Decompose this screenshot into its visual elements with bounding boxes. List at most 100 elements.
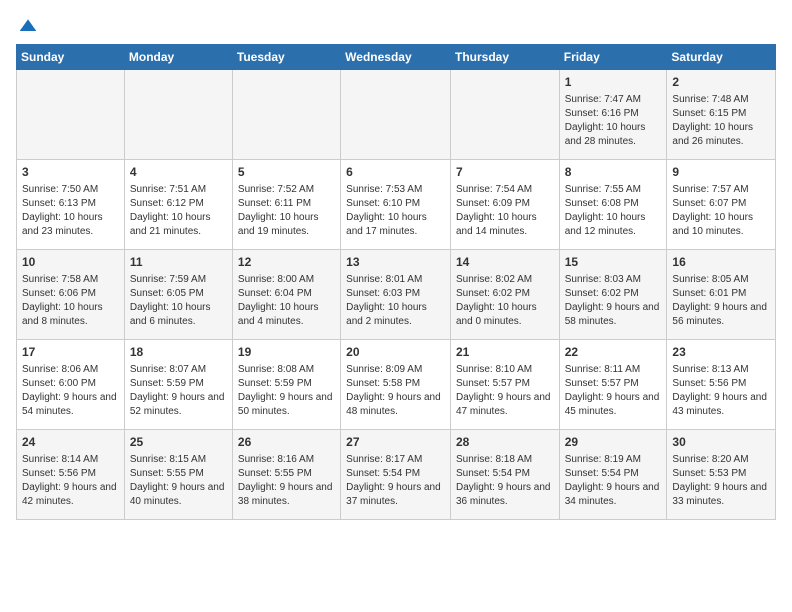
calendar-cell: 20Sunrise: 8:09 AMSunset: 5:58 PMDayligh…	[341, 340, 451, 430]
day-info: Sunset: 5:57 PM	[565, 377, 662, 391]
calendar-cell: 24Sunrise: 8:14 AMSunset: 5:56 PMDayligh…	[17, 430, 125, 520]
day-info: Daylight: 9 hours and 33 minutes.	[672, 481, 770, 509]
day-number: 24	[22, 434, 119, 451]
day-info: Sunrise: 8:11 AM	[565, 363, 662, 377]
day-info: Sunset: 5:59 PM	[130, 377, 227, 391]
day-info: Sunrise: 8:13 AM	[672, 363, 770, 377]
day-info: Sunrise: 8:03 AM	[565, 273, 662, 287]
day-info: Sunrise: 7:50 AM	[22, 183, 119, 197]
day-info: Daylight: 10 hours and 28 minutes.	[565, 121, 662, 149]
day-info: Daylight: 10 hours and 6 minutes.	[130, 301, 227, 329]
day-info: Daylight: 10 hours and 0 minutes.	[456, 301, 554, 329]
day-number: 2	[672, 74, 770, 91]
day-number: 8	[565, 164, 662, 181]
day-info: Sunrise: 7:59 AM	[130, 273, 227, 287]
day-info: Sunset: 6:07 PM	[672, 197, 770, 211]
calendar-cell: 27Sunrise: 8:17 AMSunset: 5:54 PMDayligh…	[341, 430, 451, 520]
day-info: Daylight: 9 hours and 48 minutes.	[346, 391, 445, 419]
day-number: 12	[238, 254, 335, 271]
day-info: Sunrise: 7:53 AM	[346, 183, 445, 197]
calendar-cell	[124, 70, 232, 160]
day-info: Daylight: 9 hours and 45 minutes.	[565, 391, 662, 419]
day-info: Daylight: 9 hours and 38 minutes.	[238, 481, 335, 509]
calendar-cell: 18Sunrise: 8:07 AMSunset: 5:59 PMDayligh…	[124, 340, 232, 430]
day-info: Sunset: 6:03 PM	[346, 287, 445, 301]
calendar-cell: 14Sunrise: 8:02 AMSunset: 6:02 PMDayligh…	[450, 250, 559, 340]
day-info: Sunrise: 8:19 AM	[565, 453, 662, 467]
day-number: 19	[238, 344, 335, 361]
day-info: Sunset: 5:59 PM	[238, 377, 335, 391]
day-info: Sunrise: 8:01 AM	[346, 273, 445, 287]
day-info: Sunrise: 8:15 AM	[130, 453, 227, 467]
day-info: Sunrise: 8:05 AM	[672, 273, 770, 287]
day-info: Sunset: 6:13 PM	[22, 197, 119, 211]
calendar-cell: 23 Sunrise: 8:13 AMSunset: 5:56 PMDayligh…	[667, 340, 776, 430]
day-number: 9	[672, 164, 770, 181]
day-number: 23	[672, 344, 770, 361]
calendar-cell: 12Sunrise: 8:00 AMSunset: 6:04 PMDayligh…	[232, 250, 340, 340]
day-info: Sunset: 6:01 PM	[672, 287, 770, 301]
day-info: Sunset: 6:02 PM	[456, 287, 554, 301]
day-info: Sunrise: 8:08 AM	[238, 363, 335, 377]
day-info: Sunset: 5:53 PM	[672, 467, 770, 481]
weekday-header-tuesday: Tuesday	[232, 45, 340, 70]
day-info: Sunset: 6:10 PM	[346, 197, 445, 211]
day-info: Sunset: 5:58 PM	[346, 377, 445, 391]
calendar-cell: 30Sunrise: 8:20 AMSunset: 5:53 PMDayligh…	[667, 430, 776, 520]
day-number: 3	[22, 164, 119, 181]
day-info: Daylight: 10 hours and 19 minutes.	[238, 211, 335, 239]
day-info: Daylight: 9 hours and 52 minutes.	[130, 391, 227, 419]
day-info: Daylight: 9 hours and 50 minutes.	[238, 391, 335, 419]
day-info: Daylight: 9 hours and 54 minutes.	[22, 391, 119, 419]
day-number: 7	[456, 164, 554, 181]
calendar-cell: 10Sunrise: 7:58 AMSunset: 6:06 PMDayligh…	[17, 250, 125, 340]
day-info: Sunset: 5:55 PM	[130, 467, 227, 481]
day-info: Daylight: 10 hours and 17 minutes.	[346, 211, 445, 239]
day-info: Sunset: 6:04 PM	[238, 287, 335, 301]
day-info: Sunset: 6:09 PM	[456, 197, 554, 211]
day-info: Sunset: 6:06 PM	[22, 287, 119, 301]
weekday-header-friday: Friday	[559, 45, 667, 70]
day-info: Sunrise: 8:18 AM	[456, 453, 554, 467]
day-info: Sunset: 5:56 PM	[672, 377, 770, 391]
day-info: Daylight: 10 hours and 8 minutes.	[22, 301, 119, 329]
day-info: Sunrise: 8:20 AM	[672, 453, 770, 467]
day-info: Sunset: 5:56 PM	[22, 467, 119, 481]
day-info: Daylight: 10 hours and 21 minutes.	[130, 211, 227, 239]
calendar-cell: 11Sunrise: 7:59 AMSunset: 6:05 PMDayligh…	[124, 250, 232, 340]
calendar-cell: 8Sunrise: 7:55 AMSunset: 6:08 PMDaylight…	[559, 160, 667, 250]
day-info: Sunrise: 7:47 AM	[565, 93, 662, 107]
day-info: Sunrise: 7:48 AM	[672, 93, 770, 107]
calendar-cell: 7 Sunrise: 7:54 AMSunset: 6:09 PMDaylight…	[450, 160, 559, 250]
day-info: Daylight: 10 hours and 4 minutes.	[238, 301, 335, 329]
calendar-cell: 16Sunrise: 8:05 AMSunset: 6:01 PMDayligh…	[667, 250, 776, 340]
day-info: Daylight: 9 hours and 43 minutes.	[672, 391, 770, 419]
day-number: 11	[130, 254, 227, 271]
day-info: Sunset: 5:54 PM	[456, 467, 554, 481]
day-info: Sunset: 6:11 PM	[238, 197, 335, 211]
day-info: Sunrise: 8:14 AM	[22, 453, 119, 467]
day-number: 28	[456, 434, 554, 451]
day-number: 27	[346, 434, 445, 451]
calendar-cell	[232, 70, 340, 160]
day-info: Sunrise: 7:54 AM	[456, 183, 554, 197]
calendar-table: SundayMondayTuesdayWednesdayThursdayFrid…	[16, 44, 776, 520]
day-info: Daylight: 10 hours and 14 minutes.	[456, 211, 554, 239]
day-number: 5	[238, 164, 335, 181]
day-number: 1	[565, 74, 662, 91]
day-info: Sunrise: 8:10 AM	[456, 363, 554, 377]
day-info: Sunset: 6:00 PM	[22, 377, 119, 391]
day-info: Sunset: 6:12 PM	[130, 197, 227, 211]
calendar-cell: 13Sunrise: 8:01 AMSunset: 6:03 PMDayligh…	[341, 250, 451, 340]
day-info: Daylight: 10 hours and 2 minutes.	[346, 301, 445, 329]
day-number: 17	[22, 344, 119, 361]
calendar-cell	[17, 70, 125, 160]
day-info: Daylight: 9 hours and 34 minutes.	[565, 481, 662, 509]
day-info: Sunrise: 8:09 AM	[346, 363, 445, 377]
calendar-cell: 3Sunrise: 7:50 AMSunset: 6:13 PMDaylight…	[17, 160, 125, 250]
day-info: Sunrise: 8:17 AM	[346, 453, 445, 467]
day-info: Sunrise: 8:16 AM	[238, 453, 335, 467]
day-info: Sunrise: 7:55 AM	[565, 183, 662, 197]
day-info: Daylight: 9 hours and 36 minutes.	[456, 481, 554, 509]
calendar-cell: 28 Sunrise: 8:18 AMSunset: 5:54 PMDayligh…	[450, 430, 559, 520]
